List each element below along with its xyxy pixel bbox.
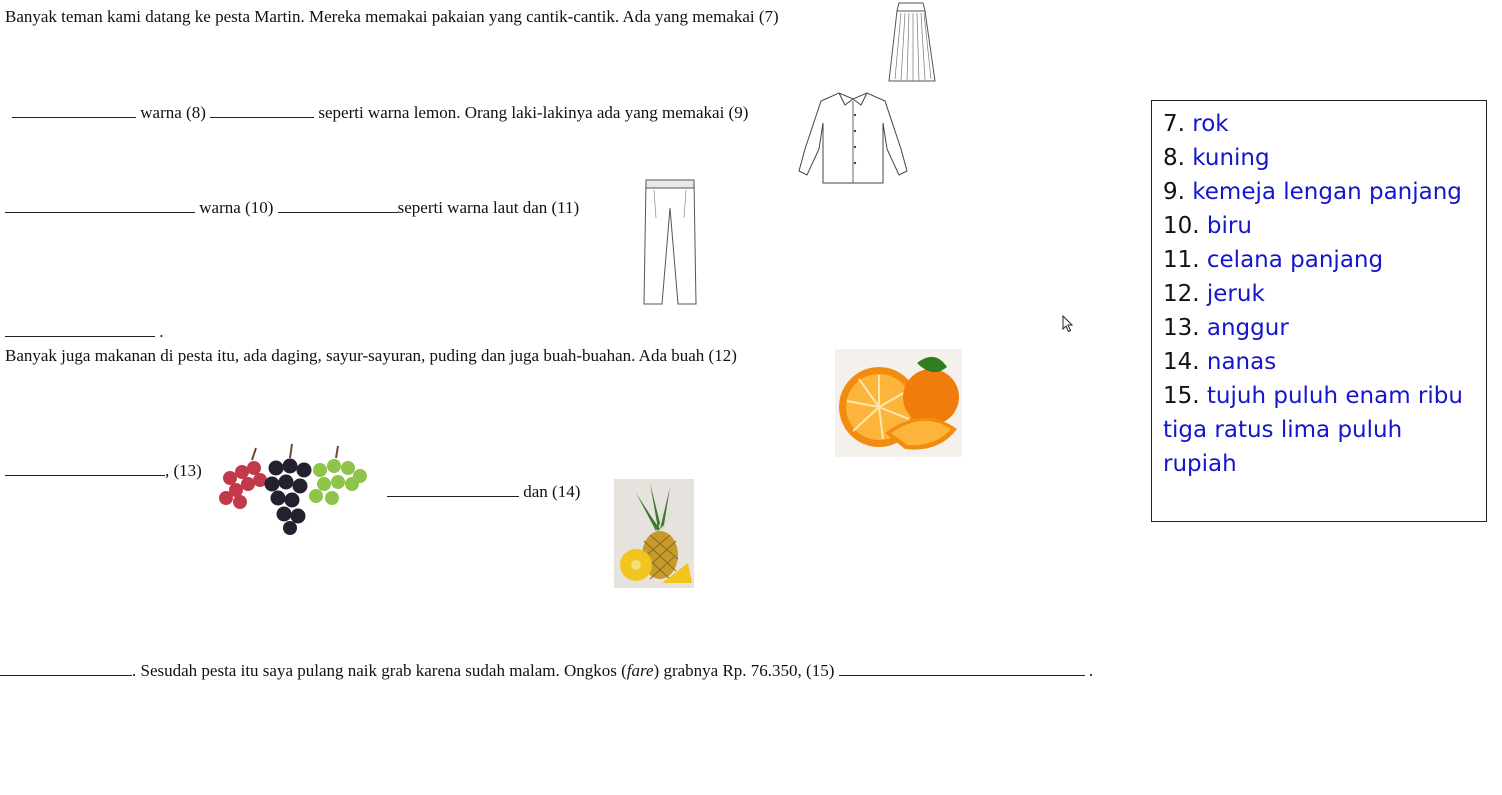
answer-item-13: 13. anggur [1163, 311, 1483, 345]
answer-blank-11[interactable] [5, 323, 155, 337]
answer-text: kuning [1192, 145, 1270, 171]
answer-text: kemeja lengan panjang [1192, 179, 1462, 205]
skirt-icon [888, 2, 936, 82]
paragraph1-line4: . [5, 322, 164, 342]
paragraph2-line2-left: , (13) [5, 461, 202, 481]
text-warna-8: warna (8) [140, 103, 206, 122]
answer-text: tujuh puluh enam ribu tiga ratus lima pu… [1163, 383, 1463, 477]
answer-item-15: 15. tujuh puluh enam ribu tiga ratus lim… [1163, 379, 1483, 481]
paragraph1-line3: warna (10) seperti warna laut dan (11) [5, 198, 579, 218]
answer-blank-13[interactable] [387, 483, 519, 497]
orange-fruit-image [835, 349, 962, 457]
answer-number: 14. [1163, 349, 1200, 375]
answer-item-8: 8. kuning [1163, 141, 1483, 175]
answer-number: 8. [1163, 145, 1185, 171]
answer-text: celana panjang [1206, 247, 1384, 273]
pineapple-image [614, 479, 694, 588]
answer-number: 11. [1163, 247, 1200, 273]
text-warna-10: warna (10) [199, 198, 274, 217]
answer-item-7: 7. rok [1163, 107, 1483, 141]
long-sleeve-shirt-icon [798, 92, 908, 184]
answer-blank-7[interactable] [12, 104, 136, 118]
answer-blank-10[interactable] [277, 199, 398, 213]
answer-item-11: 11. celana panjang [1163, 243, 1483, 277]
text-sesudah-pesta: . Sesudah pesta itu saya pulang naik gra… [132, 661, 627, 680]
answer-item-14: 14. nanas [1163, 345, 1483, 379]
text-fare: fare [626, 661, 654, 680]
answer-number: 15. [1163, 383, 1200, 409]
answer-number: 9. [1163, 179, 1185, 205]
answer-blank-9[interactable] [5, 199, 195, 213]
answer-blank-14[interactable] [0, 662, 132, 676]
paragraph2-line3: . Sesudah pesta itu saya pulang naik gra… [0, 661, 1093, 681]
text-ongkos-15: ) grabnya Rp. 76.350, (15) [653, 661, 835, 680]
mouse-cursor-icon [1062, 315, 1074, 333]
answer-number: 12. [1163, 281, 1200, 307]
answer-text: anggur [1206, 315, 1289, 341]
answer-item-12: 12. jeruk [1163, 277, 1483, 311]
answer-text: jeruk [1206, 281, 1265, 307]
grapes-image [219, 443, 367, 535]
text-13: , (13) [165, 461, 202, 480]
answer-text: nanas [1206, 349, 1277, 375]
answer-number: 10. [1163, 213, 1200, 239]
answer-blank-12[interactable] [5, 462, 165, 476]
paragraph2-line2-right: dan (14) [387, 482, 580, 502]
answer-list: 7. rok 8. kuning 9. kemeja lengan panjan… [1163, 107, 1483, 481]
text-seperti-laut: seperti warna laut dan (11) [397, 198, 580, 217]
answer-text: rok [1192, 111, 1229, 137]
answer-item-10: 10. biru [1163, 209, 1483, 243]
paragraph1-line2: warna (8) seperti warna lemon. Orang lak… [12, 103, 748, 123]
trousers-icon [643, 179, 697, 305]
paragraph1-line1: Banyak teman kami datang ke pesta Martin… [5, 7, 779, 26]
answer-key-box: 7. rok 8. kuning 9. kemeja lengan panjan… [1151, 100, 1487, 522]
answer-number: 13. [1163, 315, 1200, 341]
text-dan-14: dan (14) [523, 482, 581, 501]
answer-blank-15[interactable] [838, 662, 1085, 676]
text-seperti-lemon: seperti warna lemon. Orang laki-lakinya … [318, 103, 749, 122]
period: . [1088, 661, 1094, 680]
paragraph2-line1: Banyak juga makanan di pesta itu, ada da… [5, 346, 737, 365]
answer-text: biru [1206, 213, 1252, 239]
answer-number: 7. [1163, 111, 1185, 137]
answer-blank-8[interactable] [210, 104, 315, 118]
period: . [159, 322, 164, 341]
answer-item-9: 9. kemeja lengan panjang [1163, 175, 1483, 209]
